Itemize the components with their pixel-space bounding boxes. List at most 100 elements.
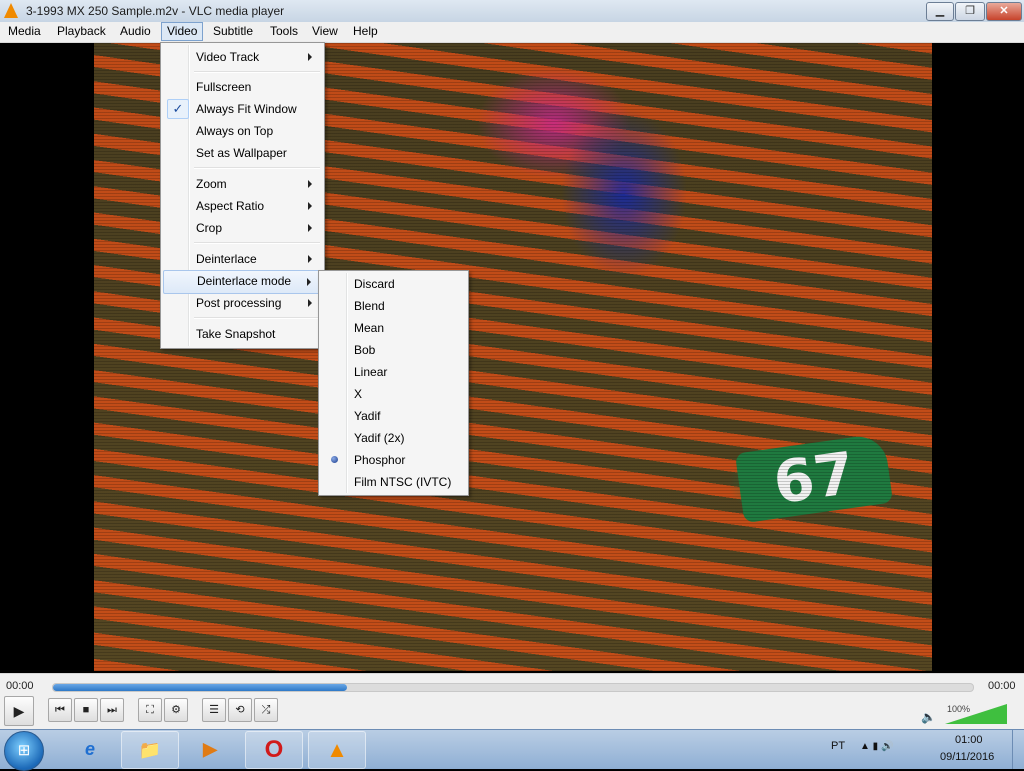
separator <box>194 167 320 169</box>
always-on-top-item[interactable]: Always on Top <box>163 120 322 142</box>
deinterlace-option-bob[interactable]: Bob <box>321 339 466 361</box>
option-label: Yadif <box>354 409 381 423</box>
menu-audio[interactable]: Audio <box>115 23 156 40</box>
submenu-arrow-icon <box>308 299 312 307</box>
submenu-arrow-icon <box>308 255 312 263</box>
extended-settings-button[interactable]: ⚙ <box>164 698 188 722</box>
video-menu: Video Track Fullscreen ✓ Always Fit Wind… <box>160 42 325 349</box>
title-bar: 3-1993 MX 250 Sample.m2v - VLC media pla… <box>0 0 1024 23</box>
deinterlace-mode-label: Deinterlace mode <box>197 274 292 288</box>
menu-playback[interactable]: Playback <box>52 23 111 40</box>
always-fit-window-item[interactable]: ✓ Always Fit Window <box>163 98 322 120</box>
total-time: 00:00 <box>988 680 1016 692</box>
aspect-ratio-label: Aspect Ratio <box>196 199 265 213</box>
crop-label: Crop <box>196 221 223 235</box>
separator <box>194 242 320 244</box>
maximize-button[interactable]: ❐ <box>955 2 985 21</box>
take-snapshot-item[interactable]: Take Snapshot <box>163 323 322 345</box>
fullscreen-button[interactable]: ⛶ <box>138 698 162 722</box>
window-title: 3-1993 MX 250 Sample.m2v - VLC media pla… <box>26 4 285 18</box>
deinterlace-option-linear[interactable]: Linear <box>321 361 466 383</box>
deinterlace-item[interactable]: Deinterlace <box>163 248 322 270</box>
always-on-top-label: Always on Top <box>196 124 274 138</box>
submenu-arrow-icon <box>308 224 312 232</box>
deinterlace-option-blend[interactable]: Blend <box>321 295 466 317</box>
volume-percent: 100% <box>947 704 971 714</box>
loop-button[interactable]: ⟲ <box>228 698 252 722</box>
seek-progress <box>53 684 347 691</box>
menu-media[interactable]: Media <box>3 23 46 40</box>
submenu-arrow-icon <box>307 278 311 286</box>
deinterlace-option-phosphor[interactable]: Phosphor <box>321 449 466 471</box>
stop-button[interactable]: ■ <box>74 698 98 722</box>
internet-explorer-icon[interactable]: e <box>62 731 118 767</box>
language-indicator[interactable]: PT <box>831 740 845 752</box>
menu-subtitle[interactable]: Subtitle <box>208 23 258 40</box>
option-label: Film NTSC (IVTC) <box>354 475 452 489</box>
deinterlace-option-yadif-2x[interactable]: Yadif (2x) <box>321 427 466 449</box>
deinterlace-option-yadif[interactable]: Yadif <box>321 405 466 427</box>
clock-date[interactable]: 09/11/2016 <box>940 751 994 763</box>
separator <box>194 317 320 319</box>
start-button[interactable]: ⊞ <box>4 731 44 771</box>
submenu-arrow-icon <box>308 180 312 188</box>
next-button[interactable]: ⏭ <box>100 698 124 722</box>
always-fit-window-label: Always Fit Window <box>196 102 297 116</box>
speaker-icon[interactable]: 🔈 <box>921 710 936 724</box>
vlc-cone-icon <box>4 3 18 18</box>
option-label: Discard <box>354 277 395 291</box>
fullscreen-item[interactable]: Fullscreen <box>163 76 322 98</box>
aspect-ratio-item[interactable]: Aspect Ratio <box>163 195 322 217</box>
vlc-taskbar-icon[interactable]: ▲ <box>308 731 366 769</box>
zoom-item[interactable]: Zoom <box>163 173 322 195</box>
play-button[interactable]: ▶ <box>4 696 34 726</box>
zoom-label: Zoom <box>196 177 227 191</box>
option-label: Linear <box>354 365 388 379</box>
crop-item[interactable]: Crop <box>163 217 322 239</box>
previous-button[interactable]: ⏮ <box>48 698 72 722</box>
menu-video[interactable]: Video <box>161 22 204 41</box>
fullscreen-label: Fullscreen <box>196 80 252 94</box>
separator <box>194 71 320 73</box>
opera-icon[interactable]: O <box>245 731 303 769</box>
deinterlace-option-mean[interactable]: Mean <box>321 317 466 339</box>
menu-help[interactable]: Help <box>348 23 383 40</box>
option-label: Blend <box>354 299 385 313</box>
show-desktop-button[interactable] <box>1012 730 1024 769</box>
random-button[interactable]: ⤮ <box>254 698 278 722</box>
video-track-label: Video Track <box>196 50 260 64</box>
file-explorer-icon[interactable]: 📁 <box>121 731 179 769</box>
playlist-button[interactable]: ☰ <box>202 698 226 722</box>
close-button[interactable]: ✕ <box>986 2 1022 21</box>
seek-slider[interactable] <box>52 683 974 692</box>
option-label: Mean <box>354 321 385 335</box>
elapsed-time: 00:00 <box>6 680 34 692</box>
check-icon: ✓ <box>167 99 189 119</box>
radio-selected-icon <box>331 456 338 463</box>
player-controls: 00:00 00:00 ▶ ⏮ ■ ⏭ ⛶ ⚙ ☰ ⟲ ⤮ 🔈 100% <box>0 673 1024 731</box>
menu-tools[interactable]: Tools <box>265 23 303 40</box>
set-as-wallpaper-label: Set as Wallpaper <box>196 146 287 160</box>
deinterlace-option-film-ntsc[interactable]: Film NTSC (IVTC) <box>321 471 466 493</box>
option-label: Bob <box>354 343 376 357</box>
menu-bar: Media Playback Audio Video Subtitle Tool… <box>0 22 1024 43</box>
tray-icons[interactable]: ▲ ▮ 🔊 <box>860 741 893 752</box>
take-snapshot-label: Take Snapshot <box>196 327 276 341</box>
deinterlace-option-discard[interactable]: Discard <box>321 273 466 295</box>
option-label: Phosphor <box>354 453 406 467</box>
deinterlace-mode-item[interactable]: Deinterlace mode <box>163 270 322 294</box>
deinterlace-option-x[interactable]: X <box>321 383 466 405</box>
clock-time[interactable]: 01:00 <box>955 734 983 746</box>
video-track-item[interactable]: Video Track <box>163 46 322 68</box>
option-label: X <box>354 387 363 401</box>
submenu-arrow-icon <box>308 53 312 61</box>
menu-view[interactable]: View <box>307 23 343 40</box>
deinterlace-mode-submenu: Discard Blend Mean Bob Linear X Yadif Ya… <box>318 270 469 496</box>
option-label: Yadif (2x) <box>354 431 405 445</box>
minimize-button[interactable]: ▁ <box>926 2 954 21</box>
media-player-icon[interactable]: ▶ <box>182 731 238 767</box>
post-processing-label: Post processing <box>196 296 282 310</box>
post-processing-item[interactable]: Post processing <box>163 292 322 314</box>
taskbar: ⊞ e 📁 ▶ O ▲ PT ▲ ▮ 🔊 01:00 09/11/2016 <box>0 729 1024 771</box>
set-as-wallpaper-item[interactable]: Set as Wallpaper <box>163 142 322 164</box>
